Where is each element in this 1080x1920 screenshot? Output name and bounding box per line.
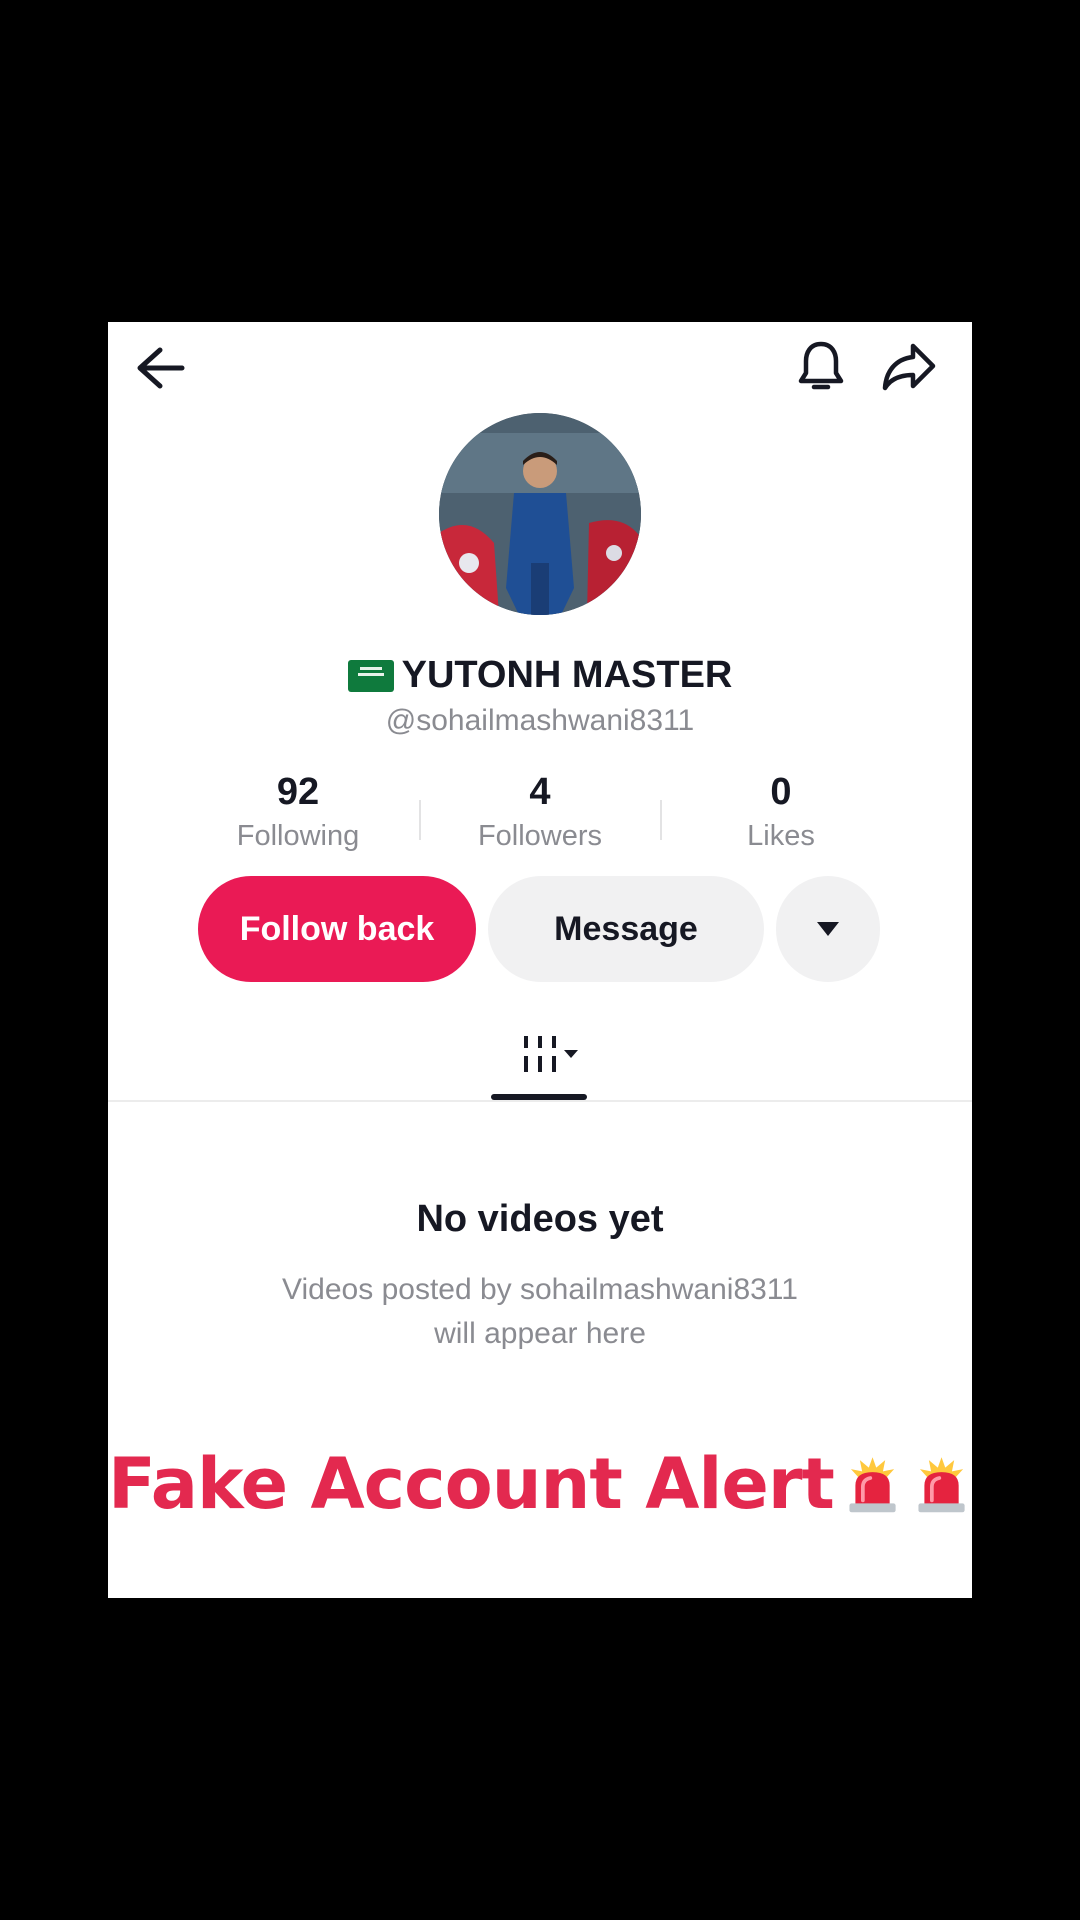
followers-label: Followers bbox=[477, 820, 603, 852]
avatar[interactable] bbox=[439, 413, 641, 615]
display-name-text: YUTONH MASTER bbox=[401, 654, 733, 696]
likes-label: Likes bbox=[747, 820, 815, 852]
bell-icon bbox=[798, 341, 844, 390]
active-tab-indicator bbox=[491, 1094, 587, 1100]
stat-following[interactable]: 92 Following bbox=[198, 770, 398, 854]
followers-count: 4 bbox=[529, 771, 551, 813]
stats-row: 92 Following 4 Followers 0 Likes bbox=[108, 770, 972, 860]
share-icon bbox=[882, 343, 936, 391]
back-arrow-icon bbox=[137, 347, 185, 389]
following-count: 92 bbox=[276, 771, 320, 813]
avatar-photo bbox=[439, 413, 641, 615]
tab-videos[interactable] bbox=[506, 1030, 586, 1080]
notifications-button[interactable] bbox=[792, 336, 850, 398]
action-buttons: Follow back Message bbox=[108, 876, 972, 982]
profile-screen: YUTONH MASTER @sohailmashwani8311 92 Fol… bbox=[108, 322, 972, 1598]
siren-icon bbox=[849, 1457, 896, 1513]
more-options-button[interactable] bbox=[776, 876, 880, 982]
saudi-flag-icon bbox=[347, 659, 394, 692]
siren-icon bbox=[918, 1457, 965, 1513]
empty-state-description: Videos posted by sohailmashwani8311 will… bbox=[208, 1268, 872, 1356]
alert-text: Fake Account Alert bbox=[108, 1443, 835, 1525]
username: @sohailmashwani8311 bbox=[385, 704, 695, 737]
stat-likes[interactable]: 0 Likes bbox=[681, 770, 881, 854]
stat-divider bbox=[419, 800, 421, 840]
stat-divider bbox=[660, 800, 662, 840]
message-button[interactable]: Message bbox=[488, 876, 764, 982]
likes-count: 0 bbox=[770, 771, 792, 813]
empty-state-title: No videos yet bbox=[416, 1198, 664, 1240]
empty-state-line-2: will appear here bbox=[434, 1317, 646, 1350]
top-bar bbox=[108, 322, 972, 412]
empty-state-line-1: Videos posted by sohailmashwani8311 bbox=[282, 1273, 798, 1306]
stat-followers[interactable]: 4 Followers bbox=[440, 770, 640, 854]
share-button[interactable] bbox=[878, 338, 940, 396]
follow-back-button[interactable]: Follow back bbox=[198, 876, 476, 982]
following-label: Following bbox=[236, 820, 360, 852]
display-name: YUTONH MASTER bbox=[108, 654, 972, 697]
chevron-down-icon bbox=[817, 922, 839, 936]
grid-tab-icon bbox=[524, 1036, 578, 1072]
content-tabs bbox=[108, 1022, 972, 1102]
fake-account-alert: Fake Account Alert bbox=[108, 1442, 972, 1526]
back-button[interactable] bbox=[130, 340, 190, 396]
